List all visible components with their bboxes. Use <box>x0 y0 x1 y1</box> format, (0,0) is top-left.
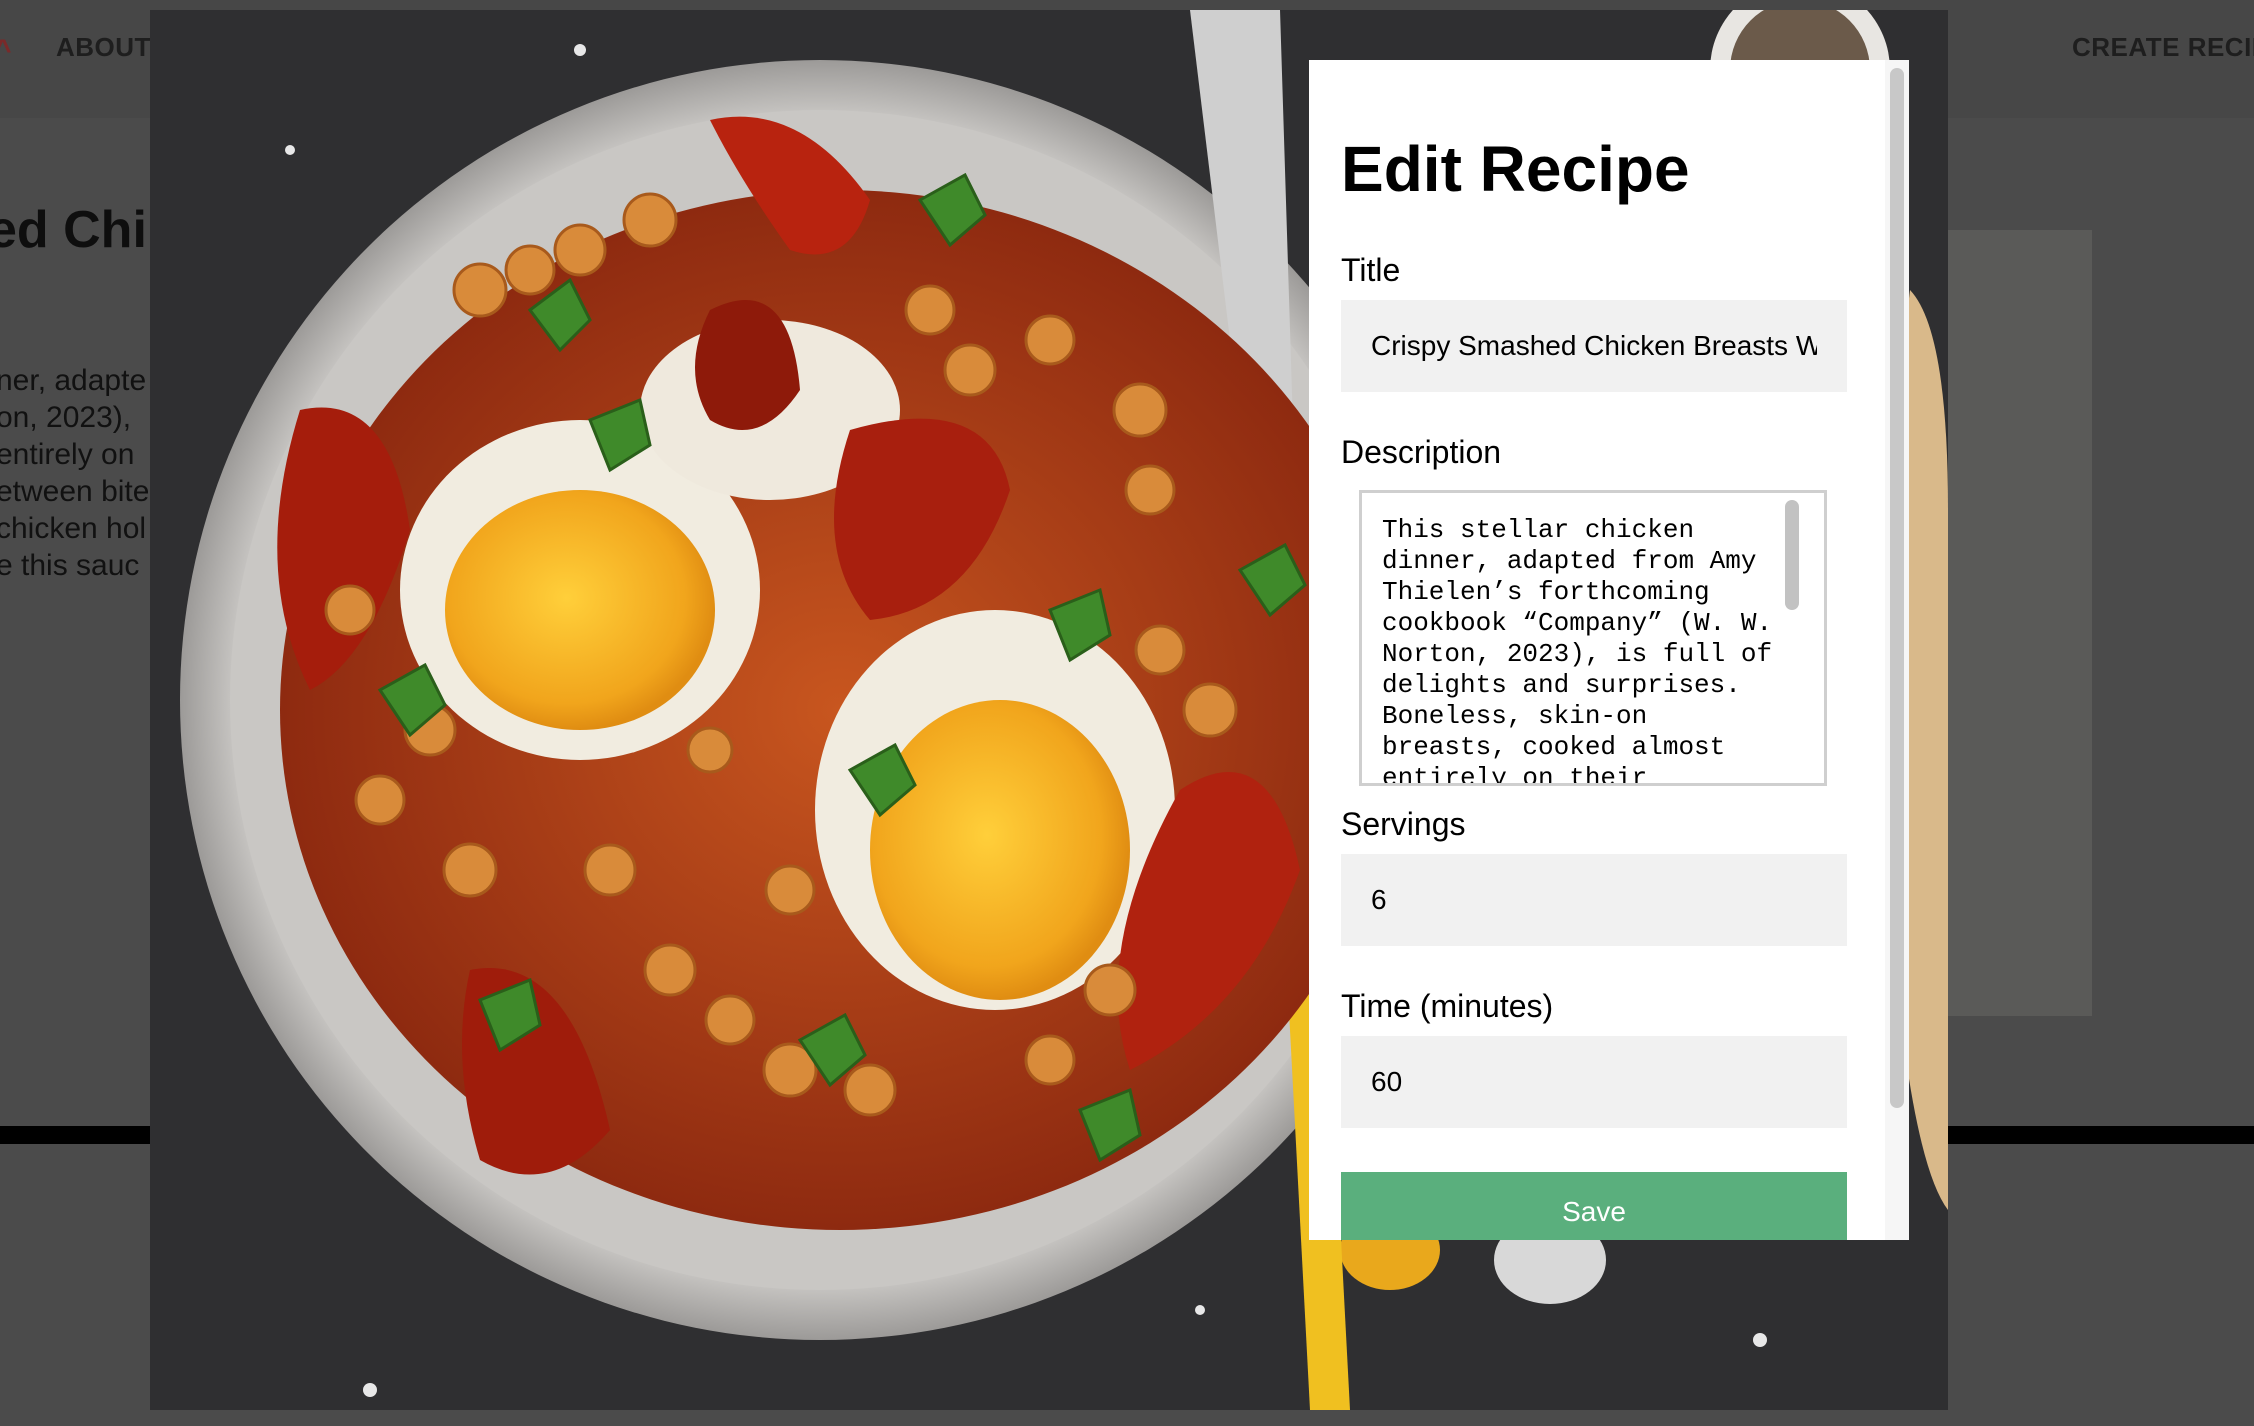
description-line: chicken hol <box>0 512 147 545</box>
form-title: Edit Recipe <box>1341 133 1690 205</box>
description-line: e this sauc <box>0 549 140 582</box>
description-textarea[interactable]: This stellar chicken dinner, adapted fro… <box>1359 490 1827 786</box>
description-scrollbar[interactable] <box>1785 500 1799 610</box>
time-label: Time (minutes) <box>1341 988 1554 1024</box>
servings-input[interactable] <box>1341 854 1847 946</box>
description-line: ner, adapte <box>0 364 147 397</box>
form-scroll-thumb[interactable] <box>1890 68 1904 1108</box>
edit-recipe-form: Edit Recipe Title Description This stell… <box>1309 60 1909 1240</box>
edit-recipe-modal: Edit Recipe Title Description This stell… <box>150 10 1948 1410</box>
time-input[interactable] <box>1341 1036 1847 1128</box>
recipe-description-background: ner, adapte on, 2023), entirely on etwee… <box>0 362 148 584</box>
form-scrollbar[interactable] <box>1885 60 1909 1240</box>
save-button[interactable]: Save <box>1341 1172 1847 1240</box>
description-label: Description <box>1341 434 1502 470</box>
title-label: Title <box>1341 252 1401 288</box>
recipe-title-background: ed Chic <box>0 201 148 259</box>
nav-create-recipe-link[interactable]: CREATE RECIPE <box>2072 32 2254 63</box>
description-line: entirely on <box>0 438 135 471</box>
servings-label: Servings <box>1341 806 1466 842</box>
logo-icon: ^ <box>0 34 12 67</box>
nav-about-link[interactable]: ABOUT <box>56 32 151 63</box>
recipe-image-background <box>1948 230 2092 1016</box>
description-line: etween bite <box>0 475 148 508</box>
description-line: on, 2023), <box>0 401 132 434</box>
title-input[interactable] <box>1341 300 1847 392</box>
